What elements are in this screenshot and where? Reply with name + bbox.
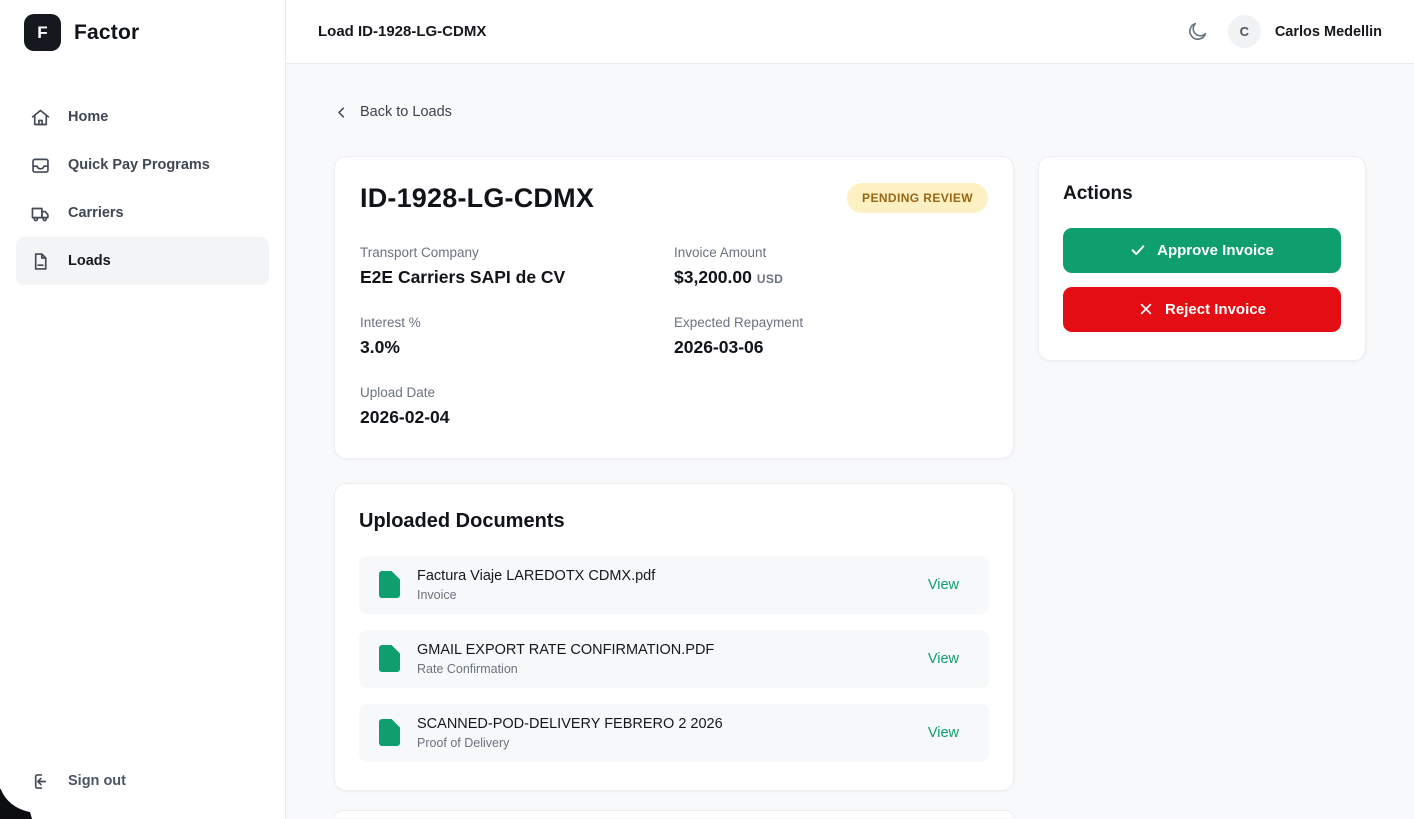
document-row-proof-of-delivery: SCANNED-POD-DELIVERY FEBRERO 2 2026 Proo…: [359, 703, 989, 762]
field-label: Upload Date: [360, 384, 436, 400]
field-label: Expected Repayment: [674, 314, 804, 330]
field-interest-percent: Interest % 3.0%: [360, 315, 674, 358]
field-label: Transport Company: [360, 244, 479, 260]
brand-name: Factor: [74, 20, 140, 44]
home-icon: [30, 107, 51, 128]
reject-invoice-button[interactable]: Reject Invoice: [1063, 286, 1341, 332]
load-details-card: ID-1928-LG-CDMX PENDING REVIEW Transport…: [334, 155, 1014, 459]
reject-label: Reject Invoice: [1165, 300, 1266, 318]
sidebar-item-label: Home: [68, 109, 109, 125]
sidebar-item-loads[interactable]: Loads: [16, 237, 269, 285]
document-name: Factura Viaje LAREDOTX CDMX.pdf: [417, 567, 656, 584]
brand-logo: F: [24, 14, 61, 51]
document-icon: [30, 251, 51, 272]
view-document-button[interactable]: View: [914, 573, 973, 597]
sign-out-button[interactable]: Sign out: [16, 757, 269, 805]
field-label: Interest %: [360, 314, 421, 330]
field-upload-date: Upload Date 2026-02-04: [360, 385, 674, 428]
file-icon: [379, 645, 400, 672]
sign-out-icon: [30, 771, 51, 792]
dark-mode-toggle[interactable]: [1182, 16, 1213, 47]
user-name: Carlos Medellin: [1274, 23, 1382, 40]
avatar-initial: C: [1239, 24, 1250, 39]
sidebar-nav: Home Quick Pay Programs Carriers Loads: [0, 93, 285, 285]
actions-title: Actions: [1063, 182, 1133, 204]
documents-title: Uploaded Documents: [359, 509, 565, 532]
chevron-left-icon: [334, 105, 349, 120]
content: Back to Loads ID-1928-LG-CDMX PENDING RE…: [286, 64, 1414, 819]
document-row-rate-confirmation: GMAIL EXPORT RATE CONFIRMATION.PDF Rate …: [359, 629, 989, 688]
field-label: Invoice Amount: [674, 244, 767, 260]
sidebar-item-label: Quick Pay Programs: [68, 157, 210, 173]
sidebar-item-home[interactable]: Home: [16, 93, 269, 141]
file-icon: [379, 719, 400, 746]
field-value: $3,200.00 USD: [674, 267, 988, 288]
load-fields: Transport Company E2E Carriers SAPI de C…: [360, 245, 988, 428]
avatar: C: [1227, 15, 1261, 48]
sidebar-footer: Sign out: [0, 757, 285, 805]
back-to-loads-link[interactable]: Back to Loads: [334, 104, 452, 120]
moon-icon: [1186, 20, 1209, 43]
document-type: Rate Confirmation: [417, 661, 518, 676]
inbox-icon: [30, 155, 51, 176]
invoice-amount: $3,200.00: [674, 266, 752, 287]
status-badge: PENDING REVIEW: [847, 183, 988, 213]
document-name: SCANNED-POD-DELIVERY FEBRERO 2 2026: [417, 715, 723, 732]
field-value: 3.0%: [360, 336, 400, 357]
field-value: 2026-03-06: [674, 336, 764, 357]
currency-suffix: USD: [756, 271, 784, 286]
sidebar-item-carriers[interactable]: Carriers: [16, 189, 269, 237]
topbar: Load ID-1928-LG-CDMX C Carlos Medellin: [286, 0, 1414, 64]
field-value: E2E Carriers SAPI de CV: [360, 266, 566, 287]
sidebar-item-label: Loads: [68, 253, 111, 269]
approve-label: Approve Invoice: [1157, 241, 1274, 259]
document-row-invoice: Factura Viaje LAREDOTX CDMX.pdf Invoice …: [359, 555, 989, 614]
field-transport-company: Transport Company E2E Carriers SAPI de C…: [360, 245, 674, 288]
field-value: 2026-02-04: [360, 406, 450, 427]
document-list: Factura Viaje LAREDOTX CDMX.pdf Invoice …: [359, 555, 989, 762]
document-type: Invoice: [417, 587, 457, 602]
user-menu[interactable]: C Carlos Medellin: [1227, 15, 1382, 48]
document-type: Proof of Delivery: [417, 735, 510, 750]
sign-out-label: Sign out: [68, 773, 126, 789]
page-title: Load ID-1928-LG-CDMX: [318, 23, 487, 40]
truck-icon: [30, 203, 51, 224]
topbar-actions: C Carlos Medellin: [1182, 15, 1382, 48]
next-card-partial: [334, 809, 1014, 818]
file-icon: [379, 571, 400, 598]
field-expected-repayment: Expected Repayment 2026-03-06: [674, 315, 988, 358]
brand-logo-letter: F: [37, 22, 48, 42]
document-name: GMAIL EXPORT RATE CONFIRMATION.PDF: [417, 641, 715, 658]
uploaded-documents-card: Uploaded Documents Factura Viaje LAREDOT…: [334, 482, 1014, 791]
sidebar-item-quick-pay-programs[interactable]: Quick Pay Programs: [16, 141, 269, 189]
view-document-button[interactable]: View: [914, 647, 973, 671]
field-invoice-amount: Invoice Amount $3,200.00 USD: [674, 245, 988, 288]
approve-invoice-button[interactable]: Approve Invoice: [1063, 227, 1341, 273]
brand: F Factor: [0, 0, 285, 65]
sidebar: F Factor Home Quick Pay Programs Carrier…: [0, 0, 286, 819]
check-icon: [1130, 242, 1146, 258]
load-id-title: ID-1928-LG-CDMX: [360, 182, 595, 213]
main-panel: Load ID-1928-LG-CDMX C Carlos Medellin B…: [286, 0, 1414, 819]
x-icon: [1138, 301, 1154, 317]
actions-card: Actions Approve Invoice Reject Invoice: [1038, 155, 1366, 361]
back-link-label: Back to Loads: [360, 104, 452, 120]
view-document-button[interactable]: View: [914, 721, 973, 745]
sidebar-item-label: Carriers: [68, 205, 124, 221]
